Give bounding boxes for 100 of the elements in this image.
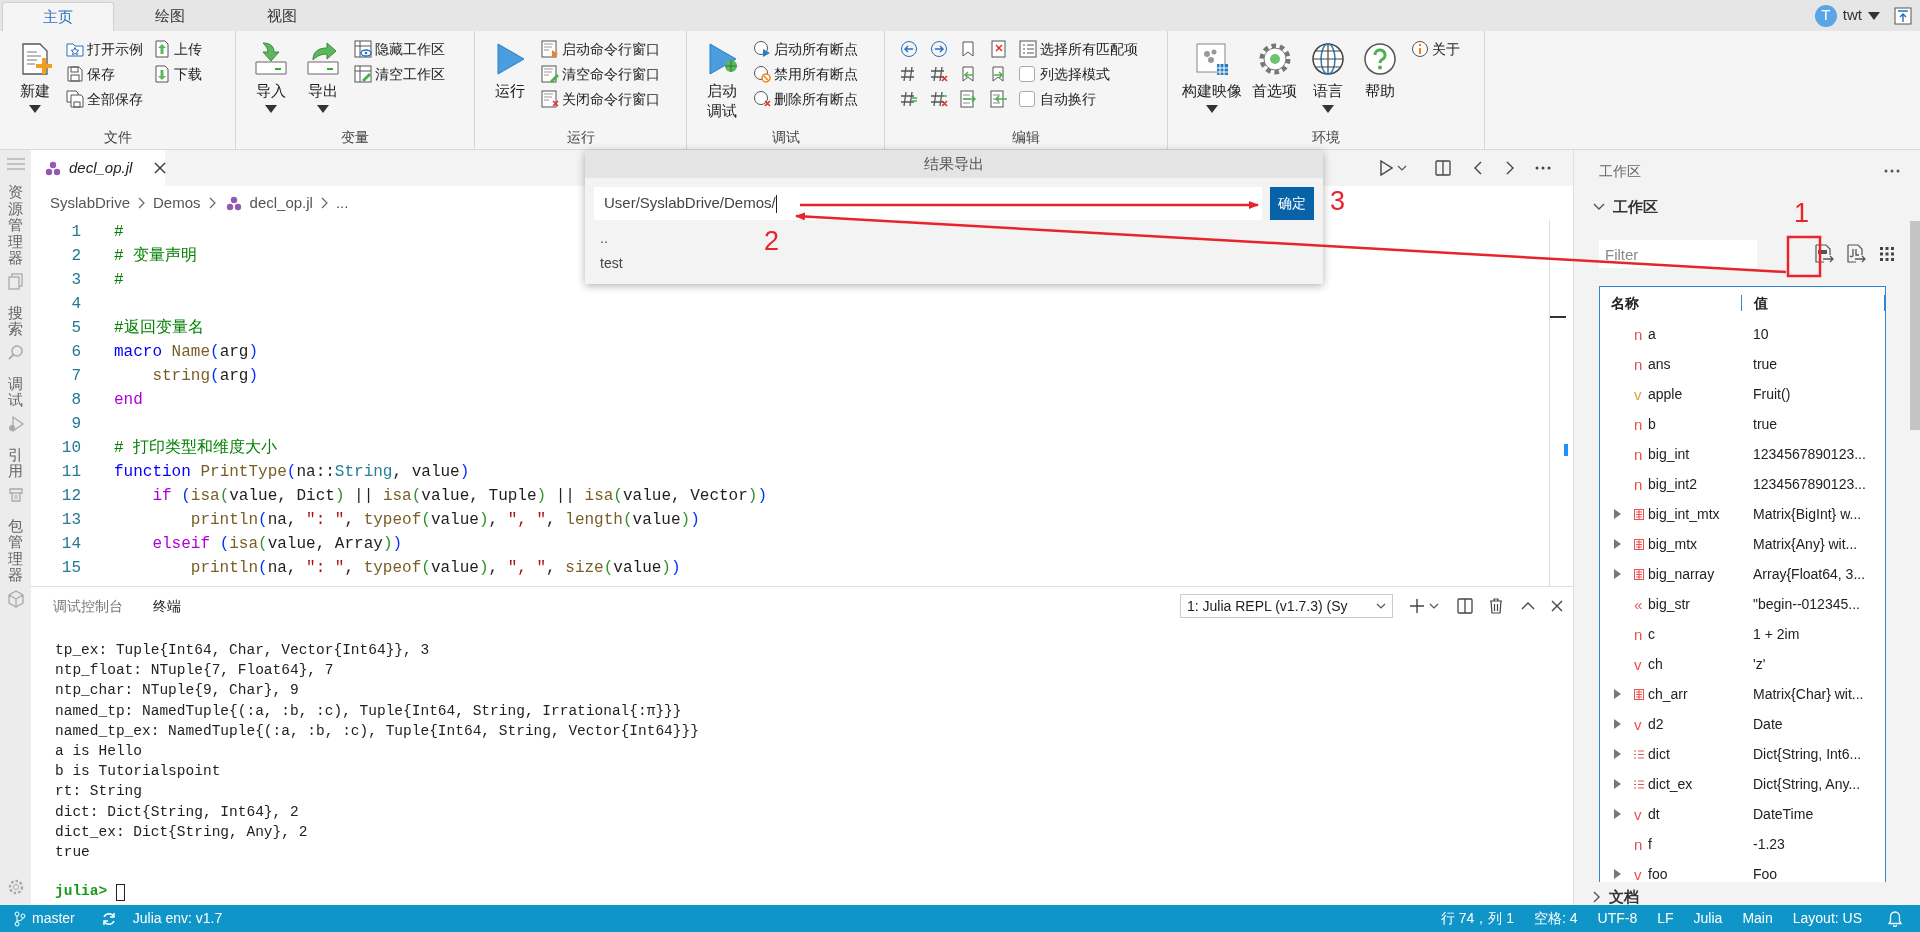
sidebar-tab[interactable]: 引用 (8, 446, 23, 480)
ribbon-button[interactable]: 全部保存 (66, 89, 143, 109)
expand-arrow-icon[interactable] (1614, 539, 1621, 549)
checkbox[interactable] (1019, 66, 1035, 82)
more-icon[interactable] (1535, 166, 1551, 170)
expand-arrow-icon[interactable] (1614, 509, 1621, 519)
ribbon-button[interactable]: 构建映像 (1182, 39, 1242, 113)
file-list-item[interactable]: test (600, 251, 623, 276)
breadcrumb-item[interactable]: Demos (151, 191, 203, 215)
panel-tab[interactable]: 调试控制台 (53, 595, 123, 617)
chevron-down-icon[interactable] (1397, 165, 1407, 171)
variable-name[interactable]: c (1648, 623, 1753, 645)
variable-name[interactable]: dict_ex (1648, 773, 1753, 795)
ribbon-button[interactable]: 导出 (302, 39, 344, 113)
expand-arrow-icon[interactable] (1614, 779, 1621, 789)
ribbon-button[interactable]: 下载 (153, 64, 202, 84)
column-header[interactable]: 值 (1742, 295, 1885, 311)
section-header[interactable]: 工作区 (1574, 192, 1658, 222)
checkbox[interactable] (1019, 91, 1035, 107)
collapse-ribbon-icon[interactable] (1894, 6, 1912, 25)
trash-icon[interactable] (1489, 598, 1503, 614)
filter-field[interactable]: Filter (1599, 240, 1757, 268)
sidebar-tab[interactable]: 包管理器 (8, 517, 23, 584)
user-name[interactable]: twt (1842, 4, 1862, 27)
ribbon-tab[interactable]: 主页 (2, 2, 114, 31)
expand-arrow-icon[interactable] (1614, 569, 1621, 579)
editor-tab[interactable]: decl_op.jl (31, 150, 165, 186)
sync-icon[interactable] (100, 910, 117, 927)
caret-down-icon[interactable] (1868, 11, 1880, 20)
ribbon-button[interactable]: 启动所有断点 (753, 39, 858, 59)
variable-name[interactable]: big_int_mtx (1648, 503, 1753, 525)
bell-icon[interactable] (1888, 910, 1902, 927)
variable-name[interactable]: d2 (1648, 713, 1753, 735)
chevron-down-icon[interactable] (1429, 603, 1439, 609)
ribbon-button[interactable]: 选择所有匹配项 (1019, 39, 1138, 59)
ribbon-button[interactable]: 语言 (1307, 39, 1349, 113)
sidebar-tab[interactable]: 资源管理器 (8, 184, 23, 267)
ribbon-button[interactable]: 帮助 (1359, 39, 1401, 101)
ribbon-button[interactable]: 清空工作区 (354, 64, 445, 84)
toolbar-button[interactable] (929, 39, 949, 59)
toolbar-button[interactable] (989, 39, 1009, 59)
ribbon-tab[interactable]: 绘图 (114, 2, 226, 31)
toolbar-button[interactable] (929, 89, 949, 109)
expand-arrow-icon[interactable] (1614, 749, 1621, 759)
variable-name[interactable]: f (1648, 833, 1753, 855)
variable-name[interactable]: ans (1648, 353, 1753, 375)
variable-name[interactable]: big_narray (1648, 563, 1753, 585)
toolbar-button[interactable] (959, 89, 979, 109)
export-file-icon[interactable] (1814, 244, 1834, 264)
chevron-right-icon[interactable] (1505, 160, 1515, 176)
chevron-left-icon[interactable] (1473, 160, 1483, 176)
file-list-item[interactable]: .. (600, 226, 608, 251)
ribbon-button[interactable]: 首选项 (1252, 39, 1297, 101)
ribbon-button[interactable]: 导入 (250, 39, 292, 113)
run-icon[interactable] (1379, 160, 1393, 176)
ribbon-button[interactable]: 删除所有断点 (753, 89, 858, 109)
ribbon-button[interactable]: 关于 (1411, 39, 1460, 59)
expand-arrow-icon[interactable] (1614, 869, 1621, 879)
checkbox-option[interactable]: 自动换行 (1019, 89, 1138, 109)
variable-name[interactable]: dt (1648, 803, 1753, 825)
variable-name[interactable]: big_str (1648, 593, 1753, 615)
terminal-select[interactable]: 1: Julia REPL (v1.7.3) (Sy (1180, 594, 1393, 618)
ribbon-button[interactable]: 新建 (14, 39, 56, 113)
ribbon-button[interactable]: 上传 (153, 39, 202, 59)
path-field[interactable]: User/SyslabDrive/Demos/ (594, 187, 1262, 220)
sidebar-tab[interactable]: 搜索 (8, 304, 23, 338)
breadcrumb-item[interactable]: SyslabDrive (48, 191, 133, 215)
variable-name[interactable]: big_int2 (1648, 473, 1753, 495)
ribbon-button[interactable]: 隐藏工作区 (354, 39, 445, 59)
ribbon-button[interactable]: 打开示例 (66, 39, 143, 59)
variable-name[interactable]: big_int (1648, 443, 1753, 465)
variable-name[interactable]: a (1648, 323, 1753, 345)
panel-tab[interactable]: 终端 (153, 595, 181, 617)
chevron-up-icon[interactable] (1521, 602, 1535, 610)
ribbon-button[interactable]: 关闭命令行窗口 (541, 89, 660, 109)
ribbon-tab[interactable]: 视图 (226, 2, 338, 31)
checkbox-option[interactable]: 列选择模式 (1019, 64, 1138, 84)
toolbar-button[interactable] (899, 89, 919, 109)
breadcrumb-item[interactable]: ... (333, 191, 351, 215)
variable-name[interactable]: dict (1648, 743, 1753, 765)
plus-icon[interactable] (1409, 598, 1425, 614)
expand-arrow-icon[interactable] (1614, 809, 1621, 819)
expand-arrow-icon[interactable] (1614, 719, 1621, 729)
variable-name[interactable]: big_mtx (1648, 533, 1753, 555)
confirm-button[interactable]: 确定 (1270, 187, 1314, 220)
expand-arrow-icon[interactable] (1614, 689, 1621, 699)
close-icon[interactable] (154, 162, 167, 174)
variable-name[interactable]: foo (1648, 863, 1753, 882)
toolbar-button[interactable] (989, 89, 1009, 109)
split-editor-icon[interactable] (1435, 160, 1451, 176)
ribbon-button[interactable]: 清空命令行窗口 (541, 64, 660, 84)
export-script-icon[interactable] (1846, 244, 1866, 264)
ribbon-button[interactable]: 保存 (66, 64, 143, 84)
breadcrumb-item[interactable]: decl_op.jl (247, 191, 315, 215)
close-icon[interactable] (1551, 600, 1563, 612)
variable-name[interactable]: ch (1648, 653, 1753, 675)
ribbon-button[interactable]: 运行 (489, 39, 531, 101)
variable-name[interactable]: ch_arr (1648, 683, 1753, 705)
column-header[interactable]: 名称 (1600, 295, 1742, 311)
scrollbar[interactable] (1910, 221, 1920, 430)
